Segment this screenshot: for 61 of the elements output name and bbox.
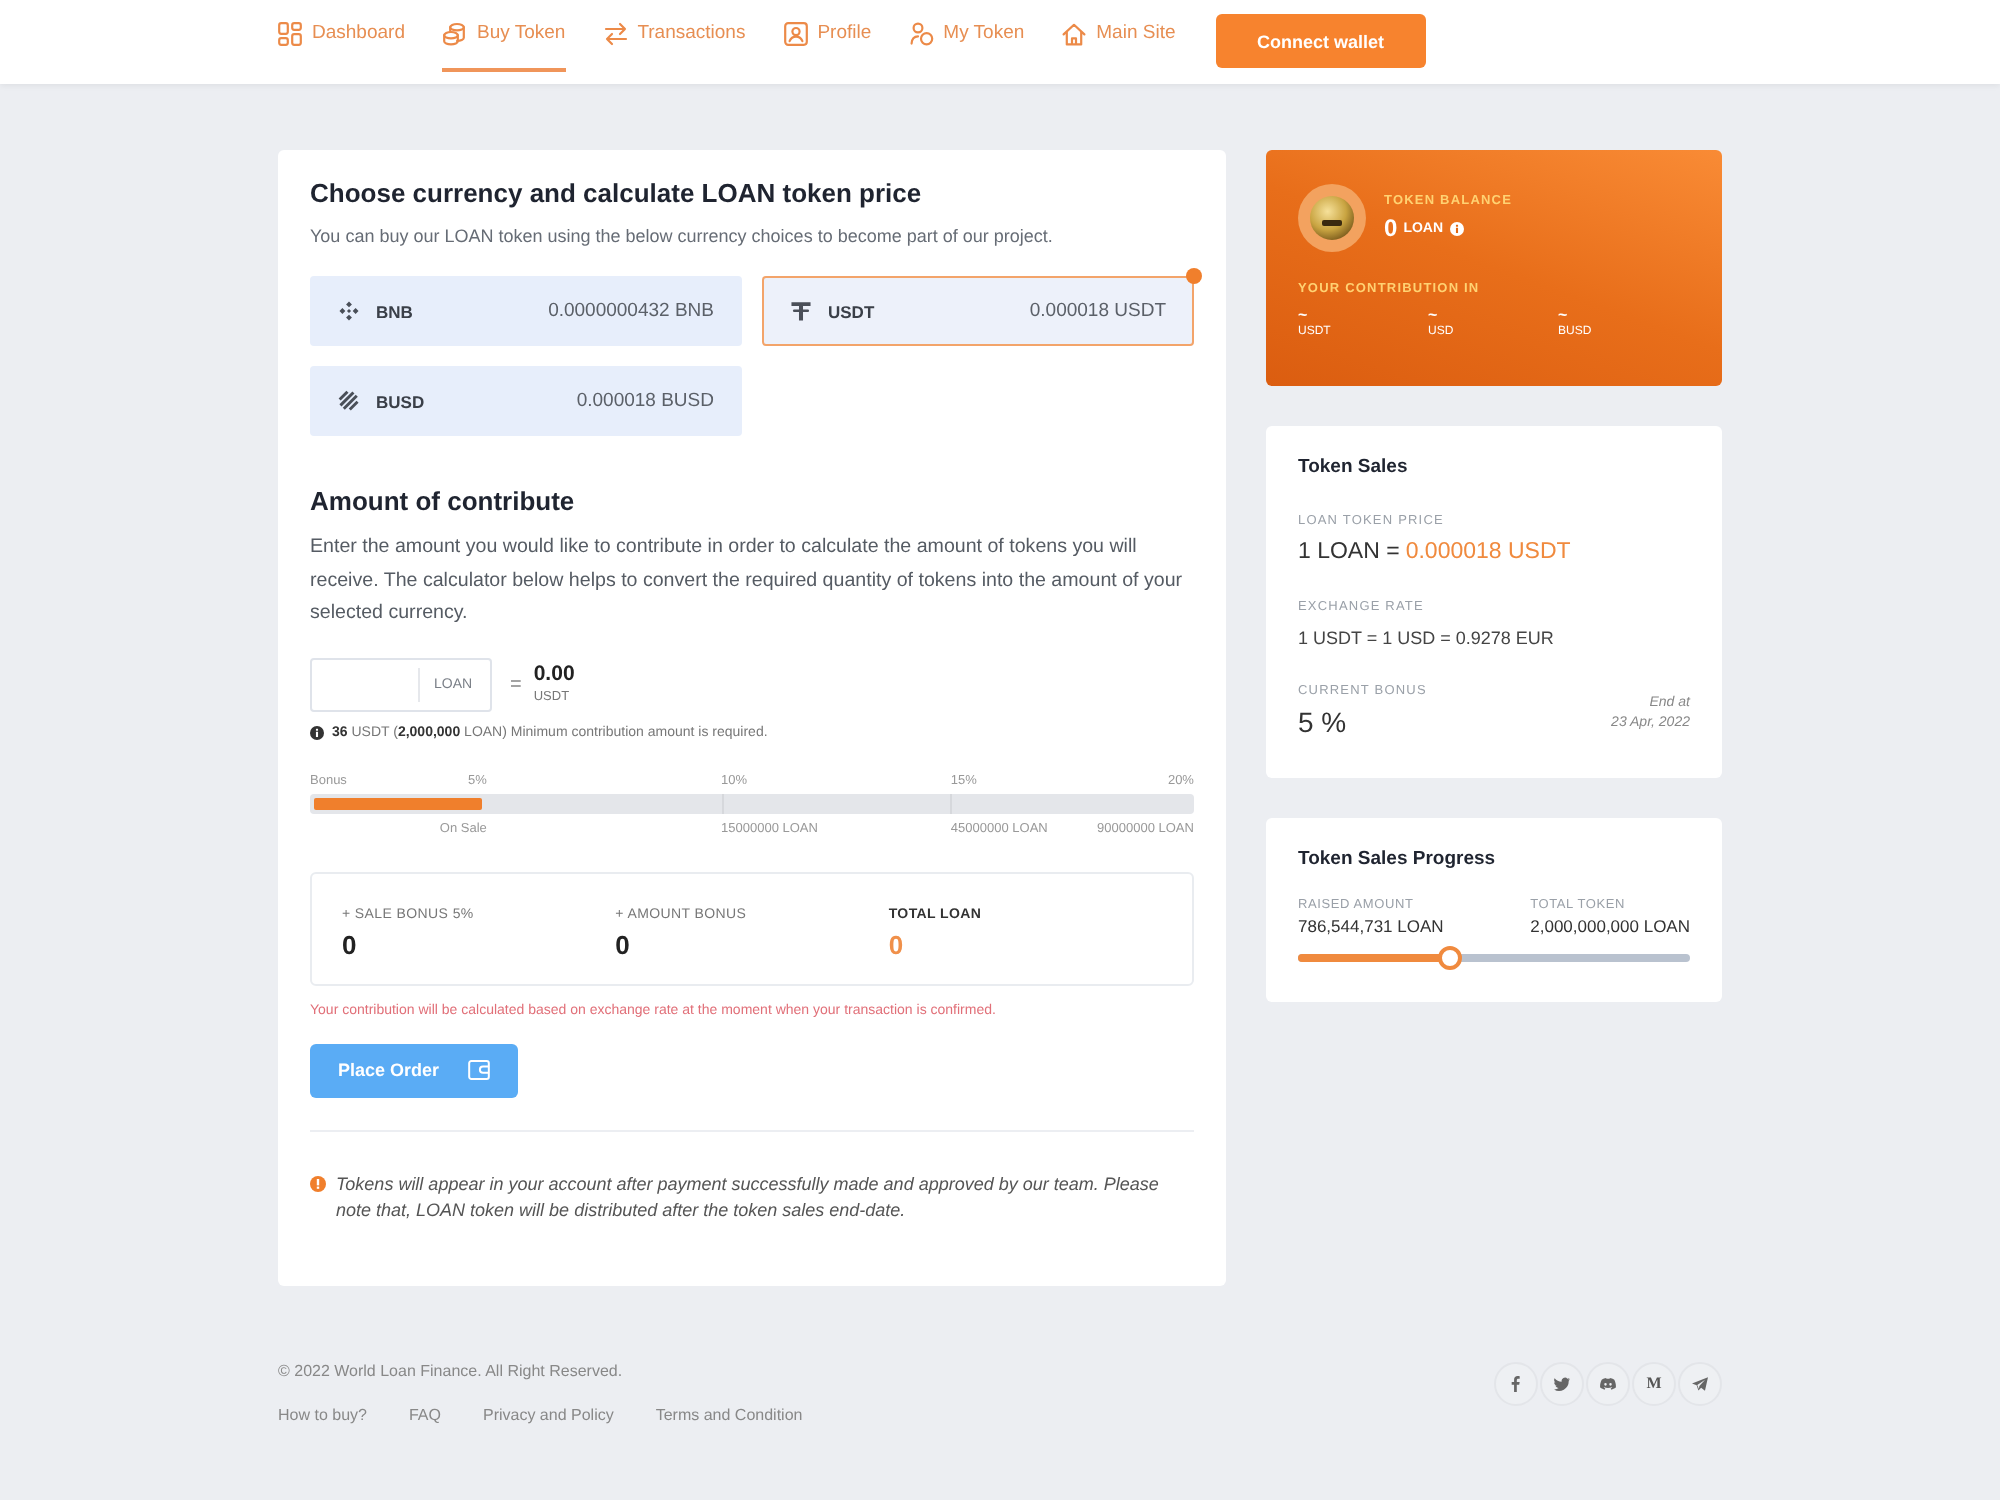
contribution-value: ~: [1298, 308, 1310, 324]
currency-option[interactable]: BUSD 0.000018 BUSD: [310, 366, 742, 436]
balance-amount: 0: [1384, 214, 1398, 242]
facebook-icon: [1508, 1375, 1524, 1391]
section-title: Amount of contribute: [310, 486, 577, 518]
footer-link[interactable]: Terms and Condition: [655, 1405, 803, 1423]
contribution-value: ~: [1428, 308, 1440, 324]
connect-wallet-button[interactable]: Connect wallet: [1215, 14, 1426, 68]
raised-amount: 786,544,731 LOAN: [1298, 916, 1446, 936]
dashboard-grid-icon: [278, 22, 302, 46]
section-description: Enter the amount you would like to contribute in order to calculate the amount of tokens you will receive. The calculator below helps to convert the required quantity of tokens into the amount of your selected currency.: [310, 534, 1185, 628]
footer-link[interactable]: FAQ: [408, 1405, 441, 1423]
card-title: Token Sales: [1298, 456, 1410, 478]
equals-sign: =: [510, 673, 522, 695]
swap-arrows-icon: [603, 22, 628, 46]
profile-card-icon: [783, 22, 808, 46]
footer-link[interactable]: How to buy?: [278, 1405, 367, 1423]
house-icon: [1062, 22, 1087, 46]
place-order-button[interactable]: Place Order: [310, 1043, 518, 1097]
facebook-button[interactable]: [1494, 1361, 1538, 1405]
nav-link[interactable]: My Token: [909, 14, 1025, 72]
total-amount: 2,000,000,000 LOAN: [1530, 916, 1690, 936]
bnb-logo-icon: [338, 300, 360, 322]
twitter-icon: [1554, 1375, 1570, 1391]
nav-link[interactable]: Main Site: [1062, 14, 1176, 72]
copyright-text: © 2022 World Loan Finance. All Right Reserved.: [278, 1361, 625, 1379]
twitter-button[interactable]: [1540, 1361, 1584, 1405]
info-icon: [310, 725, 324, 739]
summary-value: 0: [888, 929, 906, 959]
nav-link[interactable]: Buy Token: [442, 14, 566, 72]
bonus-value: 5 %: [1298, 706, 1349, 738]
alert-icon: [310, 1175, 326, 1191]
tether-logo-icon: [790, 300, 812, 322]
price-value: 0.000018 USDT: [1405, 540, 1571, 564]
busd-logo-icon: [338, 390, 360, 412]
nav-link[interactable]: Profile: [783, 14, 872, 72]
footer-link[interactable]: Privacy and Policy: [482, 1405, 614, 1423]
tokens-note: Tokens will appear in your account after payment successfully made and approved by our team. Please note that, LOAN token will be distributed after the token sales end-date.: [336, 1171, 1161, 1224]
discord-icon: [1600, 1375, 1616, 1391]
contribution-value: ~: [1558, 308, 1570, 324]
telegram-icon: [1692, 1375, 1708, 1391]
info-icon: [1449, 221, 1464, 235]
coin-stack-icon: [442, 22, 467, 46]
exchange-rate: 1 USDT = 1 USD = 0.9278 EUR: [1298, 628, 1556, 648]
person-coin-icon: [909, 22, 934, 46]
section-title: Choose currency and calculate LOAN token price: [310, 178, 924, 210]
result-value: 0.00: [533, 662, 575, 688]
wallet-icon: [468, 1060, 490, 1080]
medium-button[interactable]: M: [1632, 1361, 1676, 1405]
currency-option[interactable]: BNB 0.0000000432 BNB: [310, 276, 742, 346]
coin-logo-icon: [1298, 184, 1366, 252]
price-base: 1 LOAN =: [1298, 540, 1400, 564]
summary-value: 0: [615, 929, 632, 959]
nav-link[interactable]: Dashboard: [278, 14, 405, 72]
section-subtitle: You can buy our LOAN token using the below currency choices to become part of our project.: [310, 224, 1055, 248]
summary-value: 0: [342, 929, 359, 959]
nav-link[interactable]: Transactions: [603, 14, 746, 72]
card-title: Token Sales Progress: [1298, 848, 1498, 870]
telegram-button[interactable]: [1678, 1361, 1722, 1405]
selected-dot-icon: [1186, 268, 1202, 284]
discord-button[interactable]: [1586, 1361, 1630, 1405]
